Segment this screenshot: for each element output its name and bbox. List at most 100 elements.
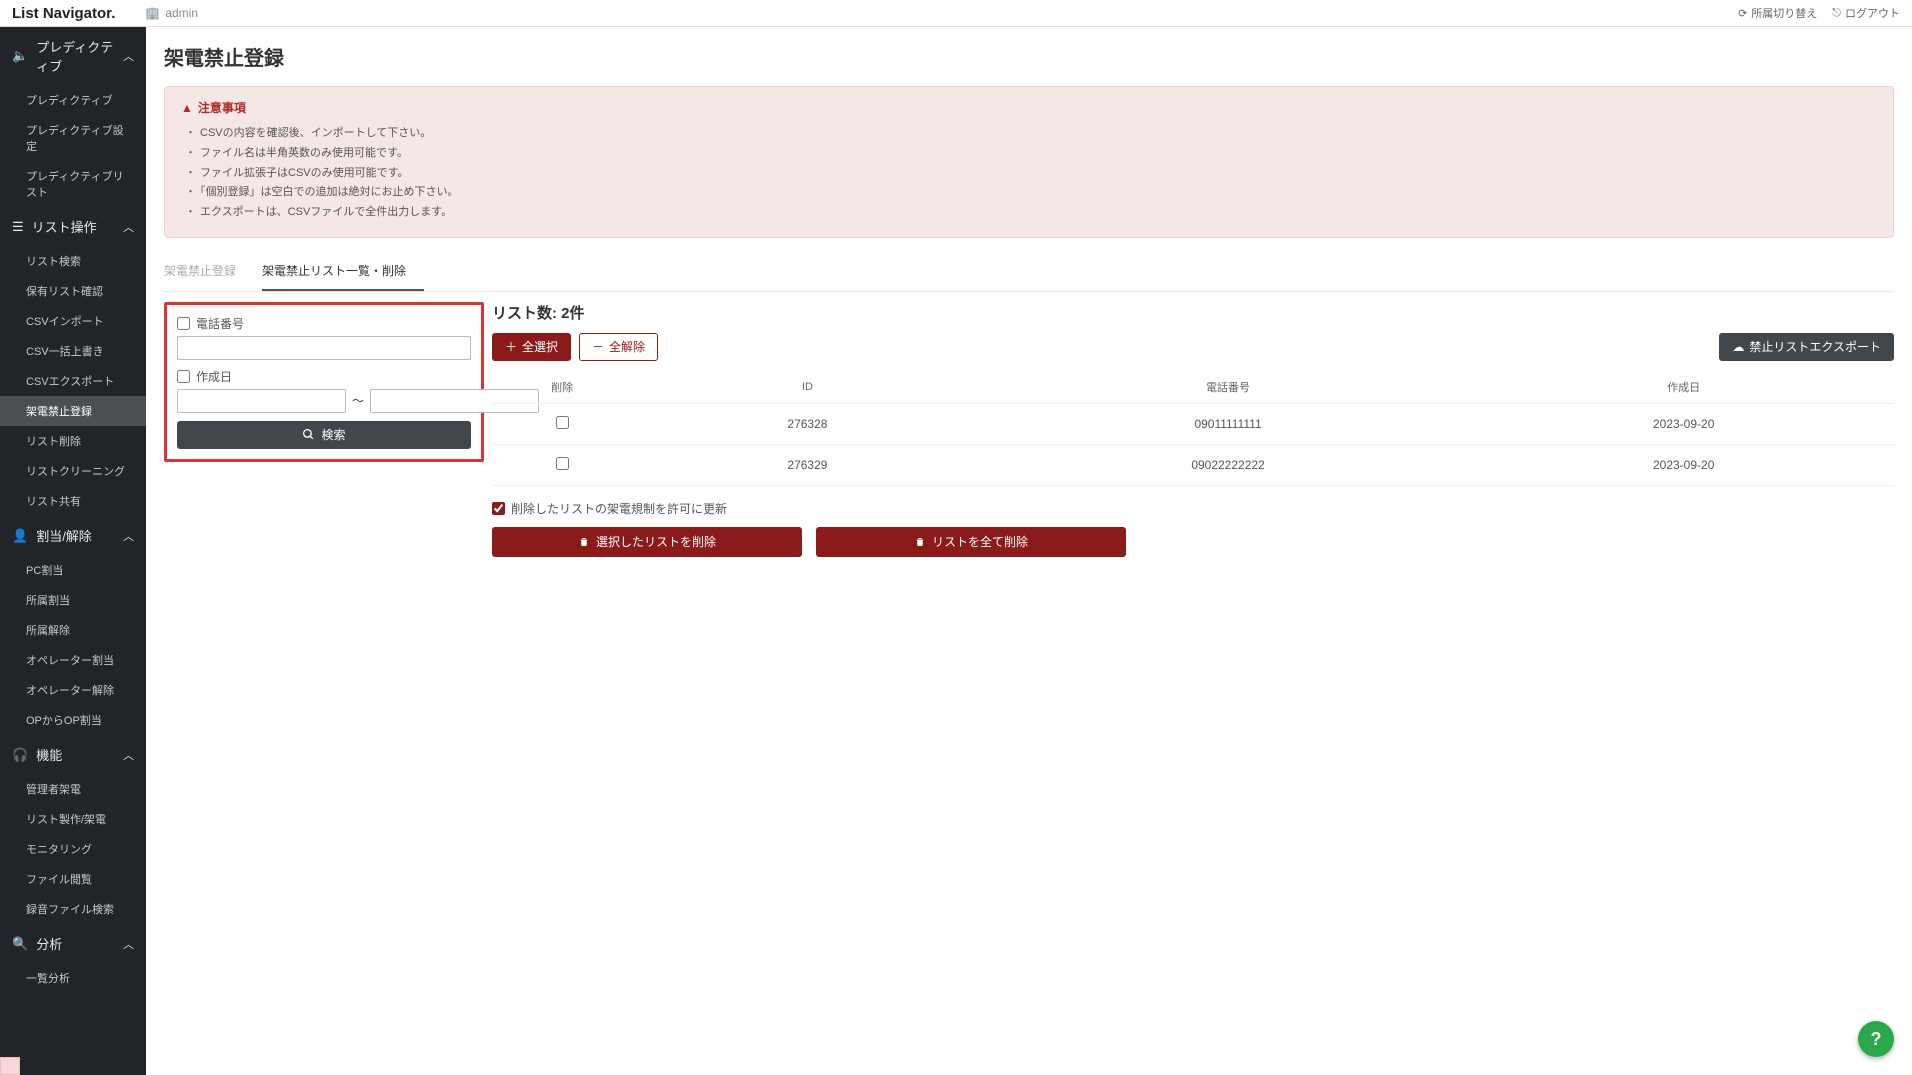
th-created: 作成日 [1473,371,1894,404]
nav-item[interactable]: CSV一括上書き [0,336,146,366]
tab-register[interactable]: 架電禁止登録 [164,254,254,291]
search-icon [302,428,315,441]
date-checkbox[interactable] [177,370,190,383]
range-separator: 〜 [352,392,364,409]
section-label: プレディクティブ [36,37,123,75]
nav-item[interactable]: OPからOP割当 [0,705,146,735]
building-icon: 🏢 [145,6,160,20]
section-icon: 🔈 [12,48,28,64]
nav-item[interactable]: オペレーター解除 [0,675,146,705]
nav-item[interactable]: プレディクティブ設定 [0,115,146,161]
nav-section-0[interactable]: 🔈 プレディクティブ︿ [0,27,146,85]
nav-item[interactable]: リストクリーニング [0,456,146,486]
nav-item[interactable]: 架電禁止登録 [0,396,146,426]
cell-phone: 09022222222 [983,444,1474,485]
notice-item: 「個別登録」は空白での追加は絶対にお止め下さい。 [185,183,1877,203]
update-check-label[interactable]: 削除したリストの架電規制を許可に更新 [492,500,1894,517]
search-button[interactable]: 検索 [177,421,471,449]
cell-id: 276328 [632,403,983,444]
plus-icon: ＋ [505,338,517,355]
delete-selected-button[interactable]: 選択したリストを削除 [492,527,802,557]
nav-item[interactable]: プレディクティブリスト [0,161,146,207]
section-label: リスト操作 [32,217,97,236]
cell-phone: 09011111111 [983,403,1474,444]
section-icon: 🎧 [12,747,28,763]
row-checkbox[interactable] [556,457,569,470]
deselect-all-button[interactable]: － 全解除 [579,333,658,361]
section-label: 機能 [36,745,62,764]
nav-item[interactable]: 所属割当 [0,585,146,615]
date-from-input[interactable] [177,389,346,413]
search-panel: 電話番号 作成日 〜 [164,302,484,462]
nav-item[interactable]: 所属解除 [0,615,146,645]
phone-checkbox[interactable] [177,317,190,330]
list-area: リスト数: 2件 ＋ 全選択 － 全解除 [492,302,1894,557]
nav-item[interactable]: プレディクティブ [0,85,146,115]
nav-item[interactable]: PC割当 [0,555,146,585]
sidebar: 🔈プレディクティブ︿プレディクティブプレディクティブ設定プレディクティブリスト☰… [0,27,146,1075]
help-fab[interactable]: ? [1858,1021,1894,1057]
list-table: 削除 ID 電話番号 作成日 276328090111111112023-09-… [492,371,1894,486]
nav-section-2[interactable]: 👤割当/解除︿ [0,516,146,555]
top-header: List Navigator. 🏢 admin ⟳ 所属切り替え ⎋ ログアウト [0,0,1912,27]
select-all-label: 全選択 [522,338,558,355]
tab-list[interactable]: 架電禁止リスト一覧・削除 [262,254,424,291]
corner-badge [0,1057,20,1075]
trash-icon [578,536,590,548]
delete-all-button[interactable]: リストを全て削除 [816,527,1126,557]
phone-input[interactable] [177,336,471,360]
th-id: ID [632,371,983,404]
nav-section-1[interactable]: ☰リスト操作︿ [0,207,146,246]
th-phone: 電話番号 [983,371,1474,404]
logout-label: ログアウト [1845,5,1900,21]
nav-item[interactable]: CSVインポート [0,306,146,336]
nav-item[interactable]: 保有リスト確認 [0,276,146,306]
nav-item[interactable]: ファイル閲覧 [0,864,146,894]
table-row: 276329090222222222023-09-20 [492,444,1894,485]
admin-label: 🏢 admin [145,6,198,20]
logout-button[interactable]: ⎋ ログアウト [1832,5,1900,21]
cloud-icon: ☁ [1732,340,1744,354]
search-button-label: 検索 [321,426,345,443]
list-count: リスト数: 2件 [492,302,585,323]
chevron-up-icon: ︿ [123,219,134,235]
section-icon: 👤 [12,528,28,544]
notice-box: ▲ 注意事項 CSVの内容を確認後、インポートして下さい。ファイル名は半角英数の… [164,86,1894,238]
export-label: 禁止リストエクスポート [1749,338,1881,355]
question-icon: ? [1871,1029,1882,1050]
admin-text: admin [165,6,198,20]
update-check-checkbox[interactable] [492,502,505,515]
nav-item[interactable]: CSVエクスポート [0,366,146,396]
nav-section-3[interactable]: 🎧機能︿ [0,735,146,774]
section-icon: 🔍 [12,936,28,952]
trash-icon [914,536,926,548]
delete-selected-label: 選択したリストを削除 [596,533,716,550]
refresh-icon: ⟳ [1738,7,1747,20]
logo: List Navigator. [12,5,115,22]
nav-item[interactable]: リスト製作/架電 [0,804,146,834]
chevron-up-icon: ︿ [123,528,134,544]
tabs: 架電禁止登録 架電禁止リスト一覧・削除 [164,254,1894,292]
nav-item[interactable]: リスト共有 [0,486,146,516]
main-content: 架電禁止登録 ▲ 注意事項 CSVの内容を確認後、インポートして下さい。ファイル… [146,27,1912,1075]
nav-item[interactable]: モニタリング [0,834,146,864]
chevron-up-icon: ︿ [123,48,134,64]
select-all-button[interactable]: ＋ 全選択 [492,333,571,361]
nav-item[interactable]: リスト検索 [0,246,146,276]
nav-section-4[interactable]: 🔍分析︿ [0,924,146,963]
export-button[interactable]: ☁ 禁止リストエクスポート [1719,333,1894,361]
th-delete: 削除 [492,371,632,404]
row-checkbox[interactable] [556,416,569,429]
phone-label[interactable]: 電話番号 [177,315,471,332]
date-label[interactable]: 作成日 [177,368,471,385]
nav-item[interactable]: 管理者架電 [0,774,146,804]
notice-item: ファイル拡張子はCSVのみ使用可能です。 [185,164,1877,184]
notice-item: CSVの内容を確認後、インポートして下さい。 [185,124,1877,144]
nav-item[interactable]: オペレーター割当 [0,645,146,675]
nav-item[interactable]: 一覧分析 [0,963,146,993]
cell-id: 276329 [632,444,983,485]
nav-item[interactable]: リスト削除 [0,426,146,456]
nav-item[interactable]: 録音ファイル検索 [0,894,146,924]
notice-title: ▲ 注意事項 [181,99,1877,116]
switch-affiliation-button[interactable]: ⟳ 所属切り替え [1738,5,1817,21]
